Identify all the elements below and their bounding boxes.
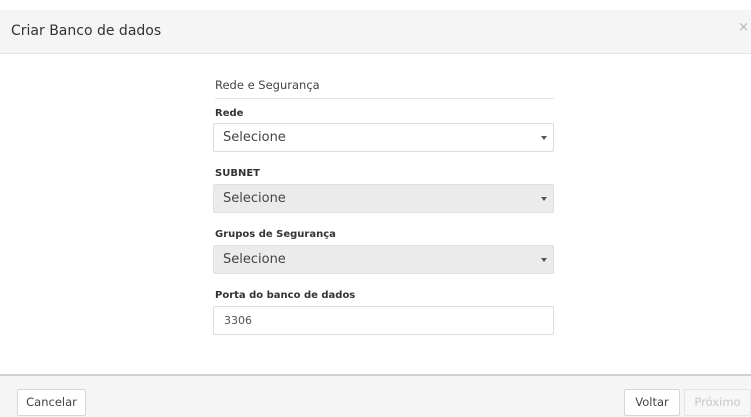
rede-label: Rede: [215, 108, 244, 119]
rede-select[interactable]: Selecione: [213, 123, 554, 152]
back-button[interactable]: Voltar: [624, 389, 680, 416]
section-title: Rede e Segurança: [215, 78, 320, 92]
security-groups-select[interactable]: Selecione: [213, 245, 554, 274]
port-label: Porta do banco de dados: [215, 290, 356, 301]
security-groups-label: Grupos de Segurança: [215, 229, 336, 240]
modal-title: Criar Banco de dados: [11, 23, 162, 39]
port-input[interactable]: [213, 306, 554, 335]
close-icon[interactable]: ×: [738, 21, 749, 35]
subnet-select[interactable]: Selecione: [213, 184, 554, 213]
security-groups-select-value: Selecione: [223, 252, 286, 267]
subnet-label: SUBNET: [215, 168, 260, 179]
modal-footer: Cancelar Voltar Próximo: [0, 374, 751, 417]
caret-down-icon: [541, 197, 547, 201]
modal-header: Criar Banco de dados ×: [0, 10, 751, 54]
rede-select-value: Selecione: [223, 130, 286, 145]
next-button[interactable]: Próximo: [684, 389, 751, 416]
subnet-select-value: Selecione: [223, 191, 286, 206]
caret-down-icon: [541, 258, 547, 262]
cancel-button[interactable]: Cancelar: [17, 389, 86, 416]
create-database-modal: Criar Banco de dados × Rede e Segurança …: [0, 0, 751, 417]
section-divider: [215, 98, 554, 99]
caret-down-icon: [541, 136, 547, 140]
